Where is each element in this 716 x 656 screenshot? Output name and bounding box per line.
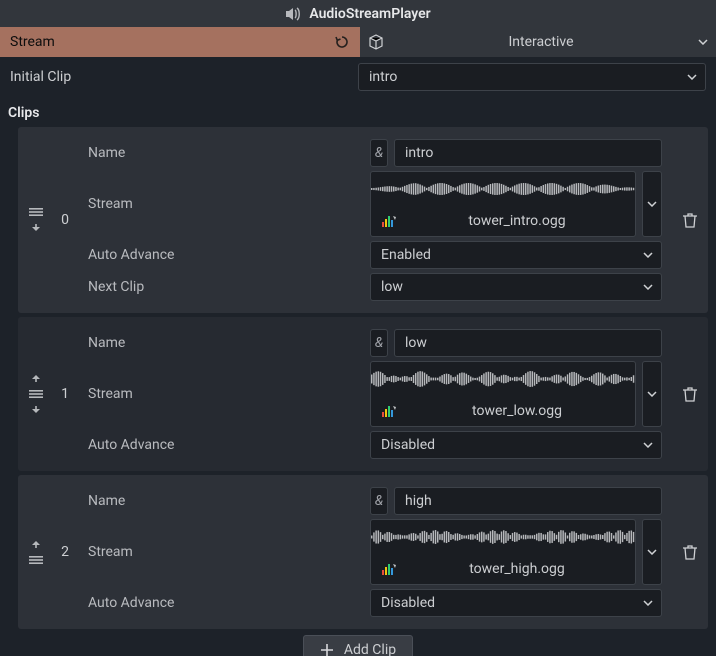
move-down-icon[interactable]: [30, 405, 42, 415]
delete-clip-button[interactable]: [672, 127, 708, 313]
title-text: AudioStreamPlayer: [309, 6, 430, 22]
next-clip-dropdown[interactable]: low: [370, 273, 662, 301]
drag-handle-icon[interactable]: [29, 207, 43, 217]
clip-stream-file: tower_low.ogg: [409, 403, 625, 419]
initial-clip-value: intro: [369, 69, 397, 85]
next-clip-label: Next Clip: [80, 279, 370, 295]
clip-stream-label: Stream: [80, 386, 370, 402]
chevron-down-icon: [647, 549, 657, 555]
clip-stream-field[interactable]: tower_intro.ogg: [370, 171, 636, 237]
add-clip-button[interactable]: Add Clip: [303, 635, 413, 656]
stream-dropdown-button[interactable]: [642, 171, 662, 237]
stream-label: Stream: [10, 34, 55, 50]
chevron-down-icon: [647, 391, 657, 397]
audio-file-icon: [381, 562, 397, 576]
clip-stream-label: Stream: [80, 544, 370, 560]
clip-name-value: intro: [405, 145, 433, 161]
audio-file-icon: [381, 214, 397, 228]
clip-index: 2: [54, 475, 76, 629]
stream-property-row: Stream Interactive: [0, 27, 716, 57]
drag-handle-icon[interactable]: [29, 555, 43, 565]
delete-clip-button[interactable]: [672, 475, 708, 629]
auto-advance-value: Enabled: [381, 247, 431, 263]
clip-name-label: Name: [80, 493, 370, 509]
auto-advance-dropdown[interactable]: Disabled: [370, 431, 662, 459]
clip-stream-label: Stream: [80, 196, 370, 212]
clips-section-header: Clips: [0, 97, 716, 127]
chevron-down-icon: [698, 39, 708, 45]
move-up-icon[interactable]: [30, 539, 42, 549]
clip-stream-field[interactable]: tower_high.ogg: [370, 519, 636, 585]
auto-advance-label: Auto Advance: [80, 247, 370, 263]
object-icon: [368, 34, 384, 50]
move-down-icon[interactable]: [30, 223, 42, 233]
chevron-down-icon: [647, 201, 657, 207]
clip-item: 1 Name & low Stream tower_low.ogg: [18, 317, 708, 471]
next-clip-row: Next Clip low: [80, 273, 668, 301]
waveform-preview: [371, 362, 635, 396]
clip-stream-row: Stream tower_low.ogg: [80, 361, 668, 427]
speaker-icon: [285, 7, 301, 21]
initial-clip-row: Initial Clip intro: [0, 57, 716, 97]
chevron-down-icon: [643, 284, 653, 290]
auto-advance-row: Auto Advance Enabled: [80, 241, 668, 269]
clip-item: 0 Name & intro Stream tower_intro.ogg: [18, 127, 708, 313]
reorder-controls: [18, 317, 54, 471]
drag-handle-icon[interactable]: [29, 389, 43, 399]
clip-name-label: Name: [80, 335, 370, 351]
auto-advance-dropdown[interactable]: Disabled: [370, 589, 662, 617]
plus-icon: [320, 643, 334, 656]
auto-advance-value: Disabled: [381, 595, 435, 611]
waveform-preview: [371, 172, 635, 206]
reorder-controls: [18, 475, 54, 629]
clip-stream-file: tower_high.ogg: [409, 561, 625, 577]
clip-name-value: high: [405, 493, 432, 509]
waveform-preview: [371, 520, 635, 554]
auto-advance-dropdown[interactable]: Enabled: [370, 241, 662, 269]
initial-clip-dropdown[interactable]: intro: [358, 63, 706, 91]
clip-index: 0: [54, 127, 76, 313]
clip-stream-row: Stream tower_intro.ogg: [80, 171, 668, 237]
chevron-down-icon: [643, 442, 653, 448]
clip-name-input[interactable]: intro: [394, 139, 662, 167]
clip-name-input[interactable]: low: [394, 329, 662, 357]
string-name-toggle[interactable]: &: [370, 487, 388, 515]
stream-label-cell: Stream: [0, 34, 360, 50]
clip-name-label: Name: [80, 145, 370, 161]
clip-stream-field[interactable]: tower_low.ogg: [370, 361, 636, 427]
audio-file-icon: [381, 404, 397, 418]
chevron-down-icon: [687, 74, 697, 80]
string-name-toggle[interactable]: &: [370, 139, 388, 167]
clip-name-row: Name & intro: [80, 139, 668, 167]
next-clip-value: low: [381, 279, 403, 295]
stream-dropdown-button[interactable]: [642, 361, 662, 427]
clip-item: 2 Name & high Stream tower_high.ogg: [18, 475, 708, 629]
chevron-down-icon: [643, 252, 653, 258]
add-clip-label: Add Clip: [344, 642, 396, 656]
reorder-controls: [18, 127, 54, 313]
clip-stream-file: tower_intro.ogg: [409, 213, 625, 229]
clip-stream-row: Stream tower_high.ogg: [80, 519, 668, 585]
stream-type-value: Interactive: [384, 34, 698, 50]
clip-name-input[interactable]: high: [394, 487, 662, 515]
delete-clip-button[interactable]: [672, 317, 708, 471]
stream-dropdown-button[interactable]: [642, 519, 662, 585]
clip-index: 1: [54, 317, 76, 471]
chevron-down-icon: [643, 600, 653, 606]
auto-advance-value: Disabled: [381, 437, 435, 453]
clip-name-row: Name & high: [80, 487, 668, 515]
move-up-icon[interactable]: [30, 373, 42, 383]
revert-icon[interactable]: [334, 34, 350, 50]
auto-advance-label: Auto Advance: [80, 437, 370, 453]
clip-name-value: low: [405, 335, 427, 351]
auto-advance-row: Auto Advance Disabled: [80, 589, 668, 617]
auto-advance-label: Auto Advance: [80, 595, 370, 611]
stream-resource-field[interactable]: Interactive: [360, 27, 716, 57]
string-name-toggle[interactable]: &: [370, 329, 388, 357]
titlebar: AudioStreamPlayer: [0, 0, 716, 27]
clip-name-row: Name & low: [80, 329, 668, 357]
auto-advance-row: Auto Advance Disabled: [80, 431, 668, 459]
initial-clip-label: Initial Clip: [10, 69, 358, 85]
